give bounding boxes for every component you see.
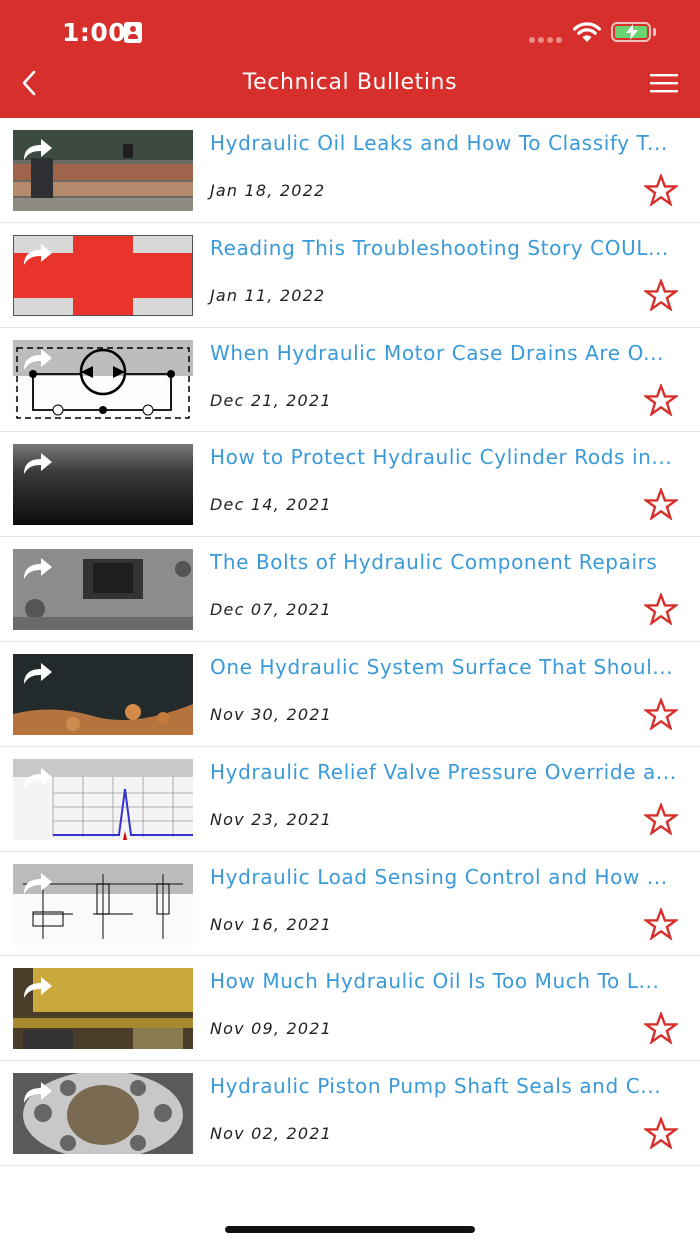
bulletin-row[interactable]: The Bolts of Hydraulic Component Repairs… <box>0 537 700 642</box>
bulletin-row[interactable]: Reading This Troubleshooting Story COUL.… <box>0 223 700 328</box>
favorite-star-icon[interactable] <box>642 277 680 312</box>
bulletin-title[interactable]: When Hydraulic Motor Case Drains Are O..… <box>210 341 688 367</box>
bulletin-thumbnail[interactable] <box>13 968 193 1050</box>
bulletin-title[interactable]: Reading This Troubleshooting Story COUL.… <box>210 236 688 262</box>
bulletin-date: Dec 21, 2021 <box>210 390 332 410</box>
bulletin-title[interactable]: Hydraulic Load Sensing Control and How .… <box>210 865 688 891</box>
contact-card-icon <box>124 22 142 43</box>
bulletin-row[interactable]: How to Protect Hydraulic Cylinder Rods i… <box>0 432 700 538</box>
bulletin-date: Nov 16, 2021 <box>210 914 332 934</box>
back-button[interactable] <box>14 66 46 100</box>
bulletin-date: Nov 02, 2021 <box>210 1124 332 1144</box>
bulletin-title[interactable]: Hydraulic Oil Leaks and How To Classify … <box>210 131 688 157</box>
share-icon[interactable] <box>20 765 54 791</box>
bulletin-thumbnail[interactable] <box>13 130 193 211</box>
favorite-star-icon[interactable] <box>642 1115 680 1151</box>
favorite-star-icon[interactable] <box>642 172 680 208</box>
bulletin-date: Dec 07, 2021 <box>210 600 332 620</box>
bulletin-title[interactable]: One Hydraulic System Surface That Shoul.… <box>210 655 688 681</box>
bulletin-date: Dec 14, 2021 <box>210 495 332 515</box>
share-icon[interactable] <box>20 870 54 896</box>
bulletin-title[interactable]: Hydraulic Relief Valve Pressure Override… <box>210 760 688 786</box>
bulletin-title[interactable]: Hydraulic Piston Pump Shaft Seals and C.… <box>210 1074 688 1100</box>
bulletin-date: Nov 23, 2021 <box>210 809 332 829</box>
favorite-star-icon[interactable] <box>642 486 680 522</box>
bulletin-row[interactable]: Hydraulic Piston Pump Shaft Seals and C.… <box>0 1061 700 1166</box>
bulletin-row[interactable]: When Hydraulic Motor Case Drains Are O..… <box>0 328 700 433</box>
share-icon[interactable] <box>20 555 54 581</box>
share-icon[interactable] <box>20 1079 54 1105</box>
share-icon[interactable] <box>20 241 54 267</box>
bulletin-thumbnail[interactable] <box>13 758 193 840</box>
bulletin-row[interactable]: Hydraulic Load Sensing Control and How .… <box>0 852 700 957</box>
bulletin-title[interactable]: The Bolts of Hydraulic Component Repairs <box>210 550 688 576</box>
bulletin-thumbnail[interactable] <box>13 863 193 945</box>
app-header: 1:00 Technical Bulletins <box>0 0 700 118</box>
share-icon[interactable] <box>20 974 54 1000</box>
bulletin-date: Jan 18, 2022 <box>210 181 326 200</box>
favorite-star-icon[interactable] <box>642 801 680 836</box>
favorite-star-icon[interactable] <box>642 1010 680 1046</box>
status-time: 1:00 <box>62 18 127 47</box>
favorite-star-icon[interactable] <box>642 591 680 627</box>
page-title: Technical Bulletins <box>242 70 458 95</box>
bulletin-thumbnail[interactable] <box>13 653 193 735</box>
bulletin-list: Hydraulic Oil Leaks and How To Classify … <box>0 118 700 1166</box>
bulletin-thumbnail[interactable] <box>13 1073 193 1155</box>
bulletin-thumbnail[interactable] <box>13 444 193 526</box>
bulletin-row[interactable]: Hydraulic Oil Leaks and How To Classify … <box>0 118 700 223</box>
bulletin-title[interactable]: How Much Hydraulic Oil Is Too Much To L.… <box>210 969 688 995</box>
bulletin-date: Jan 11, 2022 <box>210 285 326 305</box>
bulletin-thumbnail[interactable] <box>13 234 193 316</box>
cellular-signal-icon <box>529 37 563 43</box>
battery-icon <box>611 22 651 42</box>
wifi-icon <box>573 22 601 42</box>
favorite-star-icon[interactable] <box>642 906 680 941</box>
bulletin-row[interactable]: One Hydraulic System Surface That Shoul.… <box>0 642 700 747</box>
bulletin-thumbnail[interactable] <box>13 339 193 421</box>
bulletin-thumbnail[interactable] <box>13 549 193 631</box>
share-icon[interactable] <box>20 660 54 686</box>
share-icon[interactable] <box>20 450 54 476</box>
bulletin-date: Nov 09, 2021 <box>210 1019 332 1039</box>
bulletin-date: Nov 30, 2021 <box>210 704 332 724</box>
hamburger-menu-button[interactable] <box>648 70 680 96</box>
favorite-star-icon[interactable] <box>642 696 680 732</box>
favorite-star-icon[interactable] <box>642 382 680 417</box>
bulletin-row[interactable]: Hydraulic Relief Valve Pressure Override… <box>0 747 700 852</box>
share-icon[interactable] <box>20 346 54 372</box>
share-icon[interactable] <box>20 136 54 162</box>
bulletin-row[interactable]: How Much Hydraulic Oil Is Too Much To L.… <box>0 956 700 1062</box>
bulletin-title[interactable]: How to Protect Hydraulic Cylinder Rods i… <box>210 445 688 471</box>
home-indicator[interactable] <box>225 1226 475 1233</box>
